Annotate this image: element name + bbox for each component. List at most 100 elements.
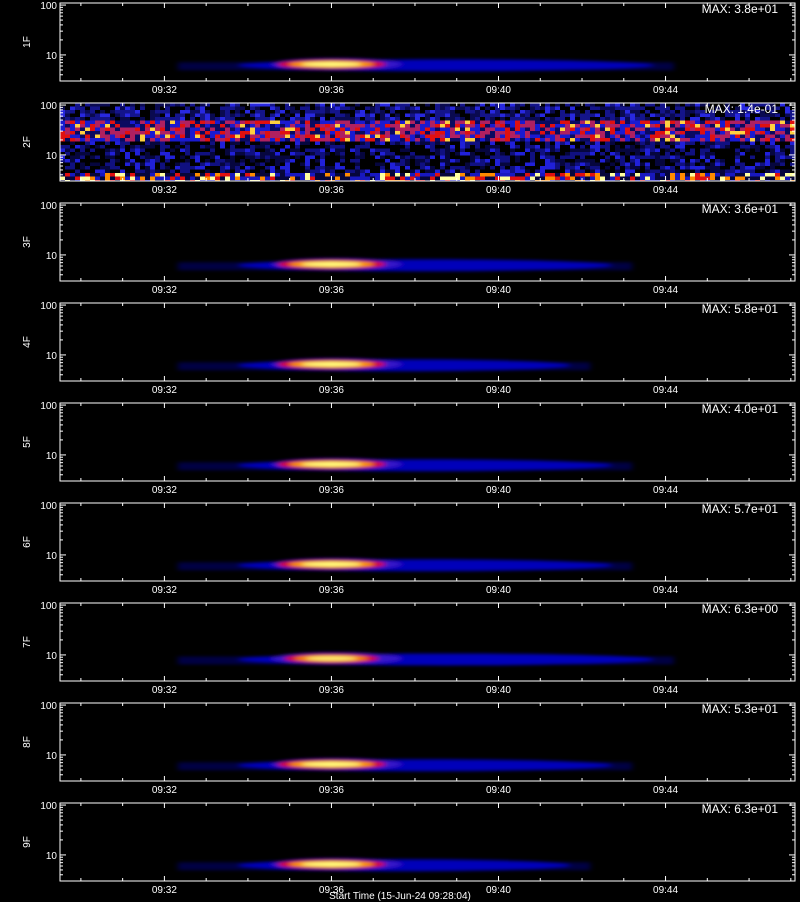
y-tick-label: 10 <box>46 351 58 362</box>
max-label: MAX: 3.8e+01 <box>702 2 779 16</box>
plot-area <box>60 303 795 381</box>
spectrogram-panel: 09:32 09:36 09:40 09:44 10 100 7F MAX: 6.3e+00 <box>0 600 800 700</box>
burst-core <box>305 656 358 661</box>
x-tick-label: 09:36 <box>319 385 344 396</box>
spectrogram-panel: 09:32 09:36 09:40 09:44 10 100 2F MAX: 1.4e-01 <box>0 100 800 200</box>
x-tick-label: 09:44 <box>653 585 678 596</box>
max-label: MAX: 5.8e+01 <box>702 302 779 316</box>
panel-label: 9F <box>22 836 33 848</box>
panel-label: 1F <box>22 36 33 48</box>
spectrogram-panel: 09:32 09:36 09:40 09:44 10 100 6F MAX: 5.7e+01 <box>0 500 800 600</box>
spectrogram-panel: 09:32 09:36 09:40 09:44 10 100 4F MAX: 5.8e+01 <box>0 300 800 400</box>
y-tick-label: 10 <box>46 151 58 162</box>
max-label: MAX: 3.6e+01 <box>702 202 779 216</box>
x-tick-label: 09:32 <box>152 585 177 596</box>
max-label: MAX: 4.0e+01 <box>702 402 779 416</box>
y-tick-label: 10 <box>46 751 58 762</box>
y-tick-label: 100 <box>40 601 57 612</box>
spectrogram-svg: 09:32 09:36 09:40 09:44 10 100 6F MAX: 5.7e+01 <box>22 501 796 596</box>
x-tick-label: 09:32 <box>152 85 177 96</box>
y-tick-label: 100 <box>40 301 57 312</box>
x-tick-label: 09:44 <box>653 185 678 196</box>
x-tick-label: 09:32 <box>152 685 177 696</box>
max-label: MAX: 1.4e-01 <box>705 102 779 116</box>
burst-core <box>301 62 362 67</box>
spectrogram-svg: 09:32 09:36 09:40 09:44 10 100 1F MAX: 3.8e+01 <box>22 1 796 96</box>
y-tick-label: 100 <box>40 1 57 12</box>
spectrogram-panel: 09:32 09:36 09:40 09:44 10 100 1F MAX: 3.8e+01 <box>0 0 800 100</box>
burst-core <box>301 262 362 267</box>
x-tick-label: 09:40 <box>486 85 511 96</box>
spectrogram-panel: 09:32 09:36 09:40 09:44 10 100 3F MAX: 3.6e+01 <box>0 200 800 300</box>
x-tick-label: 09:32 <box>152 185 177 196</box>
x-tick-label: 09:44 <box>653 685 678 696</box>
y-tick-label: 10 <box>46 451 58 462</box>
x-tick-label: 09:40 <box>486 585 511 596</box>
spectrogram-stack: 09:32 09:36 09:40 09:44 10 100 1F MAX: 3.8e+01 0… <box>0 0 800 900</box>
x-tick-label: 09:36 <box>319 785 344 796</box>
x-tick-label: 09:32 <box>152 385 177 396</box>
spectrogram-panel: 09:32 09:36 09:40 09:44 10 100 9F MAX: 6.3e+01 <box>0 800 800 900</box>
max-label: MAX: 6.3e+00 <box>702 602 779 616</box>
spectrogram-panel: 09:32 09:36 09:40 09:44 10 100 8F MAX: 5.3e+01 <box>0 700 800 800</box>
plot-area <box>60 503 795 581</box>
x-tick-label: 09:36 <box>319 485 344 496</box>
burst-core <box>301 562 362 567</box>
y-tick-label: 100 <box>40 201 57 212</box>
plot-area <box>60 803 795 881</box>
plot-area <box>60 703 795 781</box>
x-tick-label: 09:32 <box>152 485 177 496</box>
plot-background <box>60 603 795 681</box>
spectrogram-svg: 09:32 09:36 09:40 09:44 10 100 3F MAX: 3.6e+01 <box>22 201 796 296</box>
panel-label: 2F <box>22 136 33 148</box>
panel-label: 7F <box>22 636 33 648</box>
y-tick-label: 10 <box>46 651 58 662</box>
spectrogram-svg: 09:32 09:36 09:40 09:44 10 100 8F MAX: 5.3e+01 <box>22 701 796 796</box>
x-tick-label: 09:44 <box>653 785 678 796</box>
y-tick-label: 100 <box>40 701 57 712</box>
x-tick-label: 09:40 <box>486 485 511 496</box>
y-tick-label: 10 <box>46 251 58 262</box>
panel-label: 6F <box>22 536 33 548</box>
plot-area <box>60 203 795 281</box>
burst-core <box>301 862 362 867</box>
panel-label: 8F <box>22 736 33 748</box>
y-tick-label: 100 <box>40 801 57 812</box>
burst-core <box>301 762 362 767</box>
panel-label: 5F <box>22 436 33 448</box>
burst-core <box>301 362 362 367</box>
x-tick-label: 09:44 <box>653 285 678 296</box>
x-tick-label: 09:32 <box>152 785 177 796</box>
x-tick-label: 09:32 <box>152 285 177 296</box>
spectrogram-panel: 09:32 09:36 09:40 09:44 10 100 5F MAX: 4.0e+01 <box>0 400 800 500</box>
x-tick-label: 09:40 <box>486 685 511 696</box>
plot-area <box>60 403 795 481</box>
x-axis-title: Start Time (15-Jun-24 09:28:04) <box>329 891 471 902</box>
y-tick-label: 100 <box>40 101 57 112</box>
max-label: MAX: 6.3e+01 <box>702 802 779 816</box>
x-tick-label: 09:44 <box>653 85 678 96</box>
x-tick-label: 09:44 <box>653 485 678 496</box>
spectrogram-svg: 09:32 09:36 09:40 09:44 10 100 4F MAX: 5.8e+01 <box>22 301 796 396</box>
max-label: MAX: 5.3e+01 <box>702 702 779 716</box>
x-tick-label: 09:40 <box>486 785 511 796</box>
spectrogram-svg: 09:32 09:36 09:40 09:44 10 100 2F MAX: 1.4e-01 <box>22 101 796 196</box>
burst-core <box>301 462 362 467</box>
x-tick-label: 09:36 <box>319 85 344 96</box>
x-tick-label: 09:36 <box>319 285 344 296</box>
spectrogram-svg: 09:32 09:36 09:40 09:44 10 100 5F MAX: 4.0e+01 <box>22 401 796 496</box>
spectrogram-svg: 09:32 09:36 09:40 09:44 10 100 7F MAX: 6.3e+00 <box>22 601 796 696</box>
spectrogram-svg: 09:32 09:36 09:40 09:44101009FMAX: 6.3e+01 <box>22 801 796 896</box>
panel-label: 4F <box>22 336 33 348</box>
x-tick-label: 09:40 <box>486 185 511 196</box>
plot-area <box>60 603 795 681</box>
x-tick-label: 09:36 <box>319 585 344 596</box>
plot-area <box>60 3 795 81</box>
y-tick-label: 10 <box>46 51 58 62</box>
y-tick-label: 10 <box>46 551 58 562</box>
x-tick-label: 09:44 <box>653 385 678 396</box>
max-label: MAX: 5.7e+01 <box>702 502 779 516</box>
x-tick-label: 09:40 <box>486 285 511 296</box>
panel-label: 3F <box>22 236 33 248</box>
x-tick-label: 09:36 <box>319 685 344 696</box>
